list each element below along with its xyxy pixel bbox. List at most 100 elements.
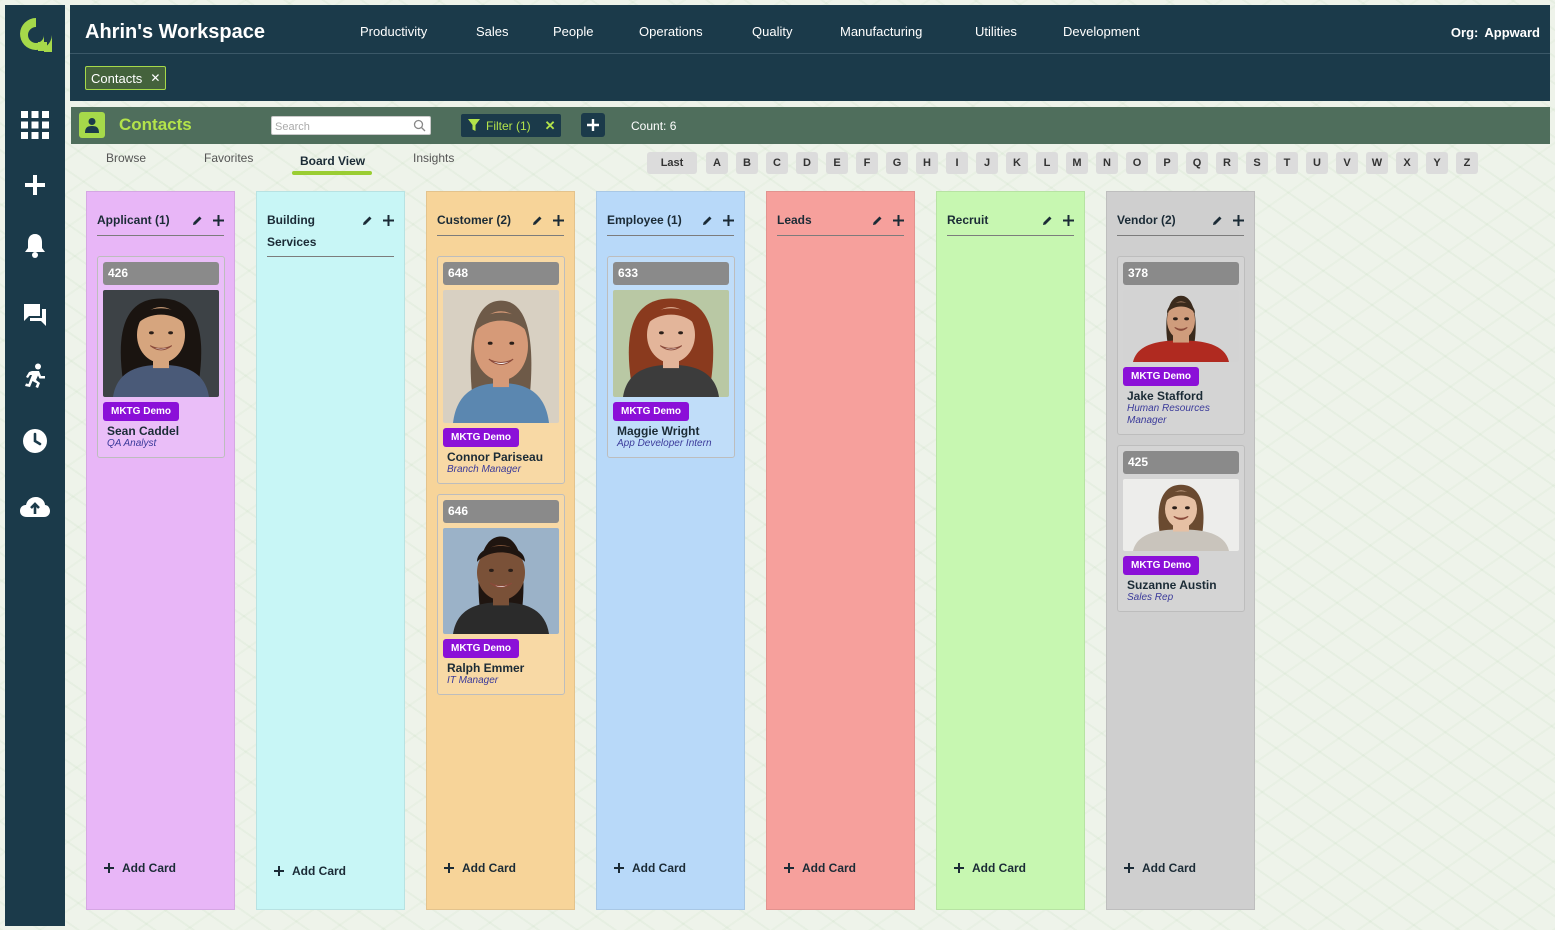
tag-badge[interactable]: MKTG Demo [443,639,519,658]
org-name: Appward [1484,25,1540,40]
nav-people[interactable]: People [553,24,593,39]
alpha-letter-d[interactable]: D [796,152,818,174]
alpha-letter-c[interactable]: C [766,152,788,174]
add-card-icon[interactable] [1063,214,1074,226]
alpha-letter-m[interactable]: M [1066,152,1088,174]
contact-card[interactable]: 426 MKTG Demo Sean Caddel QA Analyst [97,256,225,458]
nav-sales[interactable]: Sales [476,24,509,39]
tab-board-view[interactable]: Board View [300,154,365,168]
add-card-button[interactable]: Add Card [784,861,856,875]
board-column: Building Services Add Card [256,191,405,910]
nav-operations[interactable]: Operations [639,24,703,39]
tag-badge[interactable]: MKTG Demo [103,402,179,421]
alpha-letter-a[interactable]: A [706,152,728,174]
page-title: Contacts [119,115,192,134]
add-card-button[interactable]: Add Card [1124,861,1196,875]
open-tab-chip[interactable]: Contacts ✕ [85,66,167,90]
alpha-letter-j[interactable]: J [976,152,998,174]
search-field[interactable] [271,116,431,136]
edit-column-icon[interactable] [1212,215,1223,226]
tag-badge[interactable]: MKTG Demo [1123,556,1199,575]
nav-quality[interactable]: Quality [752,24,792,39]
cloud-upload-icon[interactable] [5,489,65,525]
alpha-letter-b[interactable]: B [736,152,758,174]
add-card-button[interactable]: Add Card [274,864,346,878]
edit-column-icon[interactable] [1042,215,1053,226]
alpha-letter-t[interactable]: T [1276,152,1298,174]
alpha-letter-n[interactable]: N [1096,152,1118,174]
nav-manufacturing[interactable]: Manufacturing [840,24,922,39]
tag-badge[interactable]: MKTG Demo [613,402,689,421]
runner-icon[interactable] [5,358,65,394]
contact-card[interactable]: 633 MKTG Demo Maggie Wright App Develope… [607,256,735,458]
add-card-icon[interactable] [553,214,564,226]
alpha-letter-x[interactable]: X [1396,152,1418,174]
add-card-button[interactable]: Add Card [444,861,516,875]
alpha-letter-v[interactable]: V [1336,152,1358,174]
alpha-letter-z[interactable]: Z [1456,152,1478,174]
nav-development[interactable]: Development [1063,24,1140,39]
add-card-button[interactable]: Add Card [614,861,686,875]
add-card-icon[interactable] [893,214,904,226]
add-contact-button[interactable] [581,113,605,137]
contact-card[interactable]: 646 MKTG Demo Ralph Emmer IT Manager [437,494,565,695]
chat-icon[interactable] [5,297,65,333]
edit-column-icon[interactable] [532,215,543,226]
contact-card[interactable]: 648 MKTG Demo Connor Pariseau Branch Man… [437,256,565,484]
close-tab-icon[interactable]: ✕ [150,71,160,85]
app-logo[interactable] [17,15,55,55]
tag-badge[interactable]: MKTG Demo [1123,367,1199,386]
filter-button[interactable]: Filter (1) ✕ [461,114,561,137]
alpha-letter-w[interactable]: W [1366,152,1388,174]
tab-insights[interactable]: Insights [413,151,454,165]
contact-card[interactable]: 378 MKTG Demo Jake Stafford Human Resour… [1117,256,1245,435]
alpha-letter-g[interactable]: G [886,152,908,174]
column-title: Vendor (2) [1117,213,1176,227]
alpha-last-button[interactable]: Last [647,152,697,174]
bell-icon[interactable] [5,227,65,263]
add-card-icon[interactable] [383,214,394,226]
alpha-letter-e[interactable]: E [826,152,848,174]
alpha-letter-o[interactable]: O [1126,152,1148,174]
alpha-letter-u[interactable]: U [1306,152,1328,174]
add-card-button[interactable]: Add Card [954,861,1026,875]
alpha-letter-k[interactable]: K [1006,152,1028,174]
search-icon[interactable] [413,119,426,132]
alpha-letter-s[interactable]: S [1246,152,1268,174]
contact-card[interactable]: 425 MKTG Demo Suzanne Austin Sales Rep [1117,445,1245,612]
edit-column-icon[interactable] [362,215,373,226]
clear-filter-icon[interactable]: ✕ [545,118,556,134]
edit-column-icon[interactable] [872,215,883,226]
alpha-letter-h[interactable]: H [916,152,938,174]
contact-photo [1123,290,1239,362]
apps-grid-icon[interactable] [5,107,65,143]
tag-badge[interactable]: MKTG Demo [443,428,519,447]
add-card-icon[interactable] [723,214,734,226]
plus-icon[interactable] [5,167,65,203]
add-card-icon[interactable] [1233,214,1244,226]
add-card-icon[interactable] [213,214,224,226]
edit-column-icon[interactable] [192,215,203,226]
alpha-letter-f[interactable]: F [856,152,878,174]
search-input[interactable] [272,118,407,136]
org-label: Org: [1450,25,1479,40]
column-header: Recruit [947,209,1074,231]
add-card-label: Add Card [972,861,1026,875]
nav-productivity[interactable]: Productivity [360,24,427,39]
add-card-button[interactable]: Add Card [104,861,176,875]
column-title: Recruit [947,213,989,227]
nav-utilities[interactable]: Utilities [975,24,1017,39]
alpha-letter-i[interactable]: I [946,152,968,174]
alpha-letter-l[interactable]: L [1036,152,1058,174]
clock-icon[interactable] [5,423,65,459]
alpha-letter-y[interactable]: Y [1426,152,1448,174]
add-card-label: Add Card [122,861,176,875]
tab-browse[interactable]: Browse [106,151,146,165]
edit-column-icon[interactable] [702,215,713,226]
add-card-label: Add Card [292,864,346,878]
alpha-letter-p[interactable]: P [1156,152,1178,174]
tab-favorites[interactable]: Favorites [204,151,253,165]
alpha-letter-q[interactable]: Q [1186,152,1208,174]
alpha-letter-r[interactable]: R [1216,152,1238,174]
org-indicator[interactable]: Org: Appward [1451,25,1540,40]
